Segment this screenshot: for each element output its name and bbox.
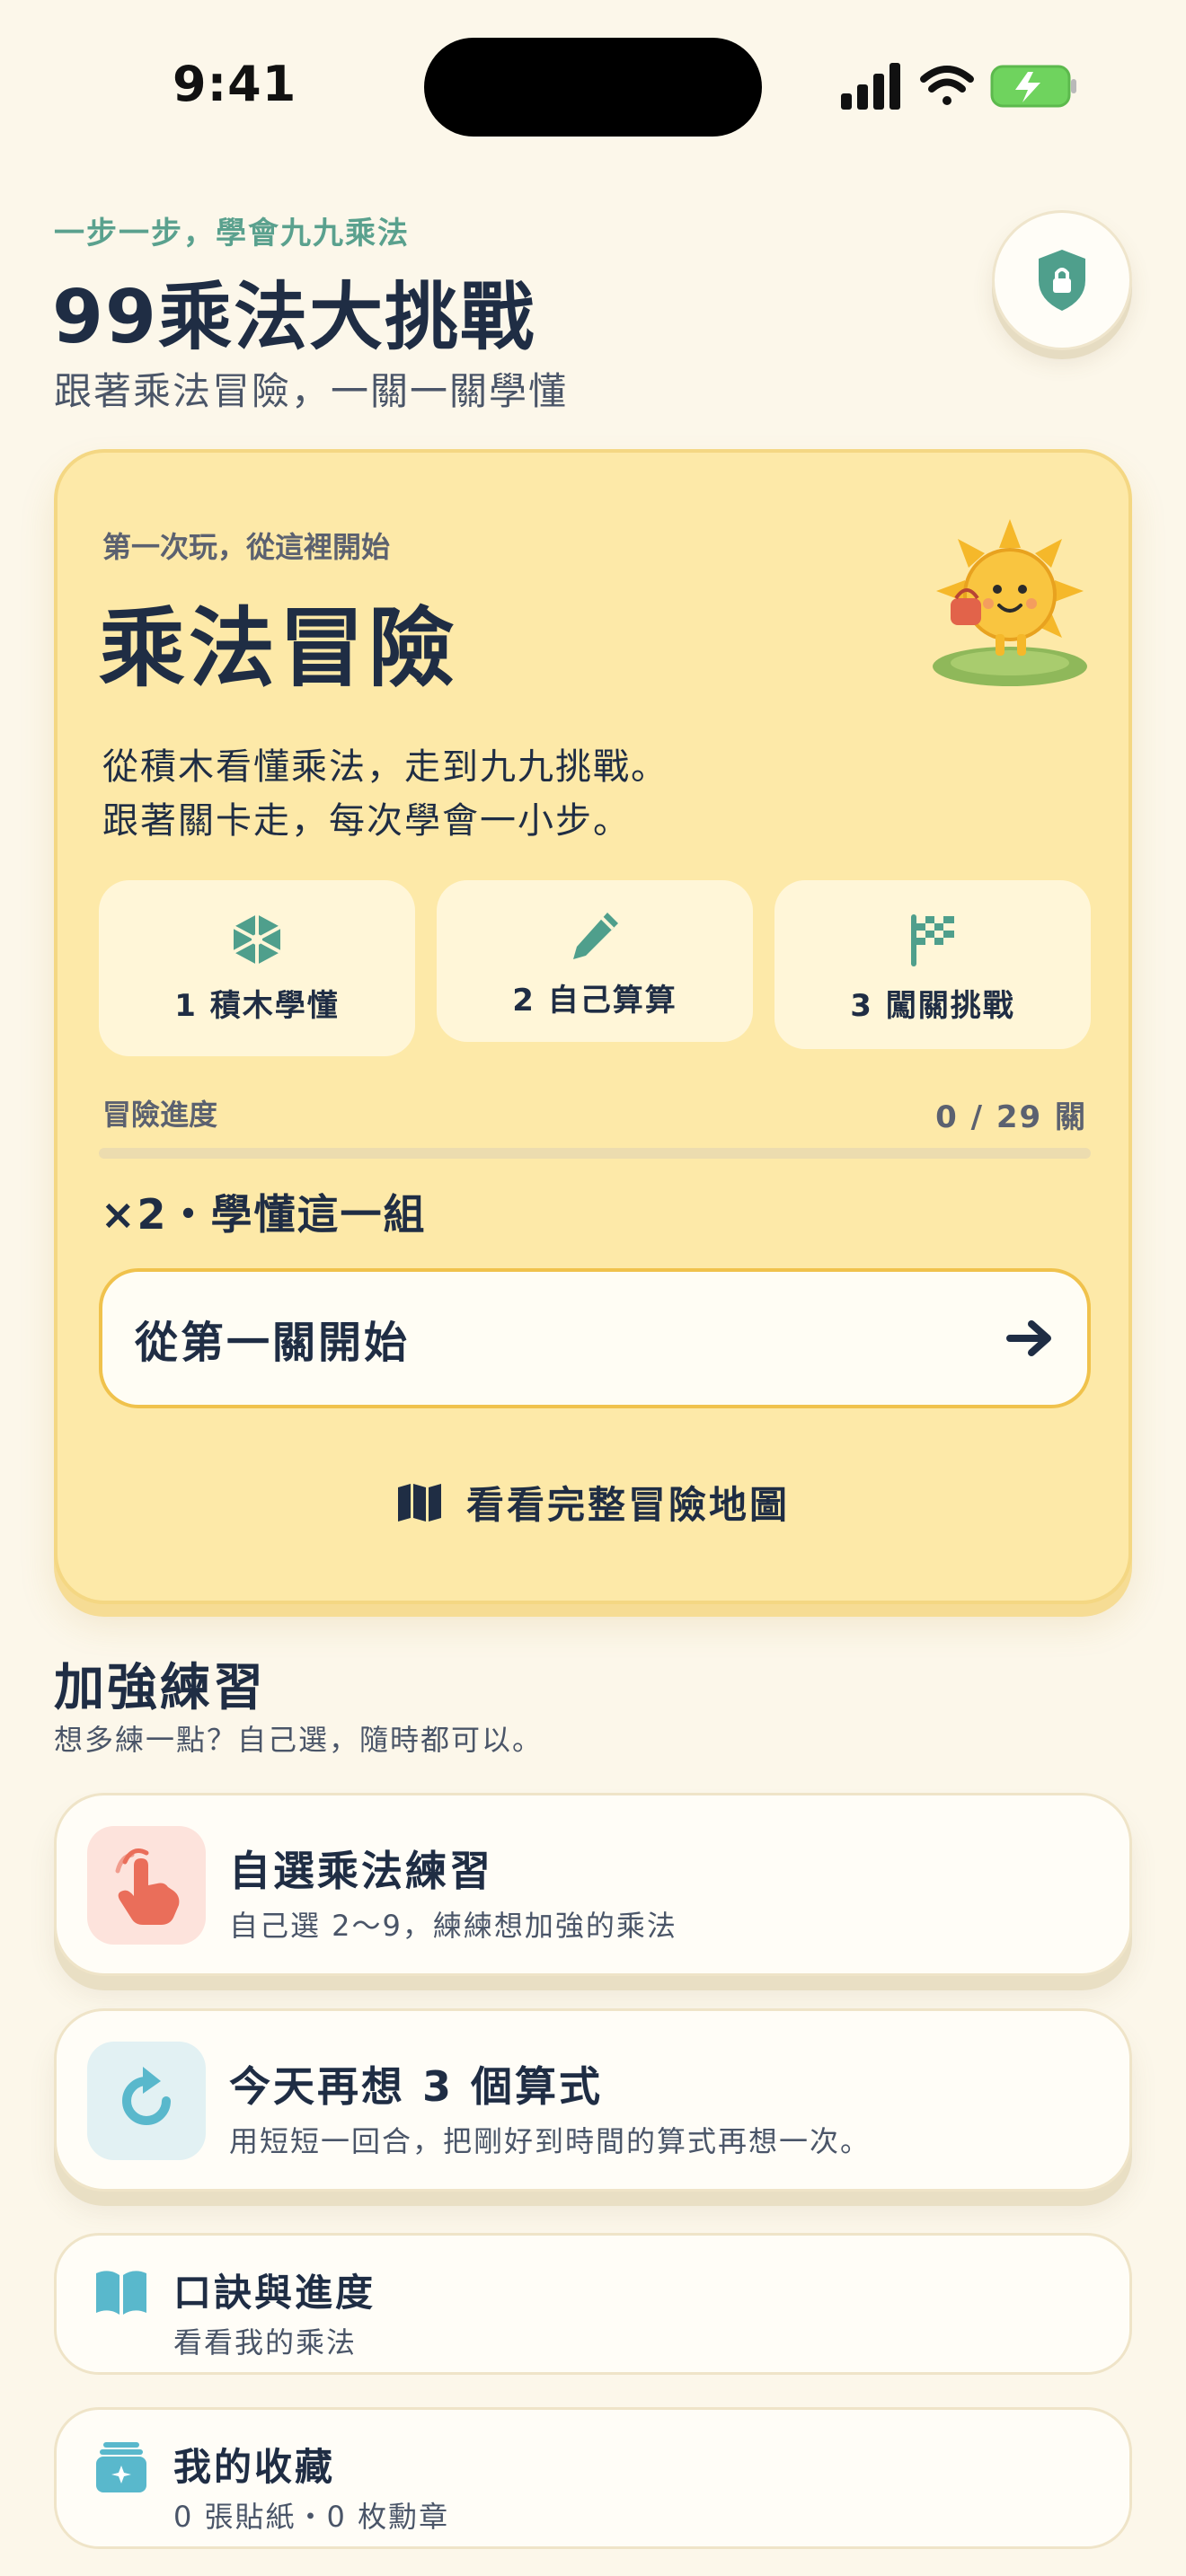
progress-label: 冒險進度 (102, 1098, 218, 1132)
card-subtitle: 自己選 2～9，練練想加強的乘法 (229, 1909, 677, 1943)
custom-practice-card[interactable]: 自選乘法練習 自己選 2～9，練練想加強的乘法 (54, 1793, 1132, 1976)
adventure-description-line-1: 從積木看懂乘法，走到九九挑戰。 (102, 746, 668, 788)
progress-count: 0 / 29 關 (935, 1099, 1087, 1135)
cube-icon (233, 914, 281, 965)
step-label: 2 自己算算 (512, 983, 677, 1019)
collection-box-icon (96, 2442, 146, 2492)
book-icon (96, 2271, 146, 2315)
link-subtitle: 0 張貼紙・0 枚勳章 (173, 2500, 450, 2534)
tap-hand-icon-tile (87, 1826, 206, 1945)
adventure-description-line-2: 跟著關卡走，每次學會一小步。 (102, 800, 631, 842)
tap-hand-icon (115, 1848, 180, 1925)
battery-icon (990, 65, 1076, 108)
map-link-label: 看看完整冒險地圖 (465, 1483, 790, 1527)
wifi-icon (920, 66, 974, 105)
page-subtitle: 跟著乘法冒險，一關一關學懂 (54, 369, 569, 413)
arrow-right-icon (1006, 1320, 1051, 1356)
pencil-icon (573, 913, 618, 959)
step-blocks: 1 積木學懂 (99, 880, 415, 1056)
step-calculate: 2 自己算算 (437, 880, 753, 1042)
adventure-map-link[interactable]: 看看完整冒險地圖 (58, 1475, 1128, 1530)
status-time: 9:41 (173, 56, 297, 112)
multiplication-table-progress-link[interactable]: 口訣與進度 看看我的乘法 (54, 2233, 1132, 2375)
step-challenge: 3 闖關挑戰 (774, 880, 1091, 1049)
card-subtitle: 用短短一回合，把剛好到時間的算式再想一次。 (229, 2124, 872, 2158)
practice-section-subtitle: 想多練一點？自己選，隨時都可以。 (54, 1723, 544, 1757)
map-icon (397, 1483, 441, 1522)
refresh-icon-tile (87, 2042, 206, 2160)
sun-mascot-illustration (933, 519, 1087, 686)
status-icons (841, 63, 1076, 110)
daily-review-card[interactable]: 今天再想 3 個算式 用短短一回合，把剛好到時間的算式再想一次。 (54, 2008, 1132, 2192)
step-label: 1 積木學懂 (174, 988, 340, 1024)
page-title: 99乘法大挑戰 (52, 275, 536, 360)
refresh-icon (122, 2067, 171, 2125)
current-group-label: ×2・學懂這一組 (101, 1190, 427, 1239)
header-kicker: 一步一步，學會九九乘法 (54, 216, 410, 251)
adventure-description: 從積木看懂乘法，走到九九挑戰。 跟著關卡走，每次學會一小步。 (102, 740, 668, 848)
my-collection-link[interactable]: 我的收藏 0 張貼紙・0 枚勳章 (54, 2407, 1132, 2549)
shield-lock-icon (1039, 250, 1085, 311)
step-label: 3 闖關挑戰 (850, 988, 1015, 1024)
card-title: 今天再想 3 個算式 (229, 2062, 604, 2111)
card-title: 自選乘法練習 (229, 1847, 493, 1895)
parent-lock-button[interactable] (992, 210, 1132, 350)
adventure-kicker: 第一次玩，從這裡開始 (102, 530, 391, 564)
adventure-card: 第一次玩，從這裡開始 乘法冒險 從積木看懂乘法，走到九九挑戰。 跟著關卡走，每次… (54, 449, 1132, 1604)
adventure-title: 乘法冒險 (99, 598, 458, 699)
progress-bar (99, 1148, 1091, 1159)
start-button-label: 從第一關開始 (135, 1318, 411, 1368)
link-title: 口訣與進度 (173, 2271, 376, 2315)
start-first-level-button[interactable]: 從第一關開始 (99, 1268, 1091, 1408)
flag-icon (911, 914, 954, 966)
link-title: 我的收藏 (173, 2445, 336, 2489)
practice-section-title: 加強練習 (54, 1659, 266, 1717)
link-subtitle: 看看我的乘法 (173, 2325, 358, 2360)
dynamic-island (424, 38, 762, 137)
signal-icon (841, 63, 900, 110)
